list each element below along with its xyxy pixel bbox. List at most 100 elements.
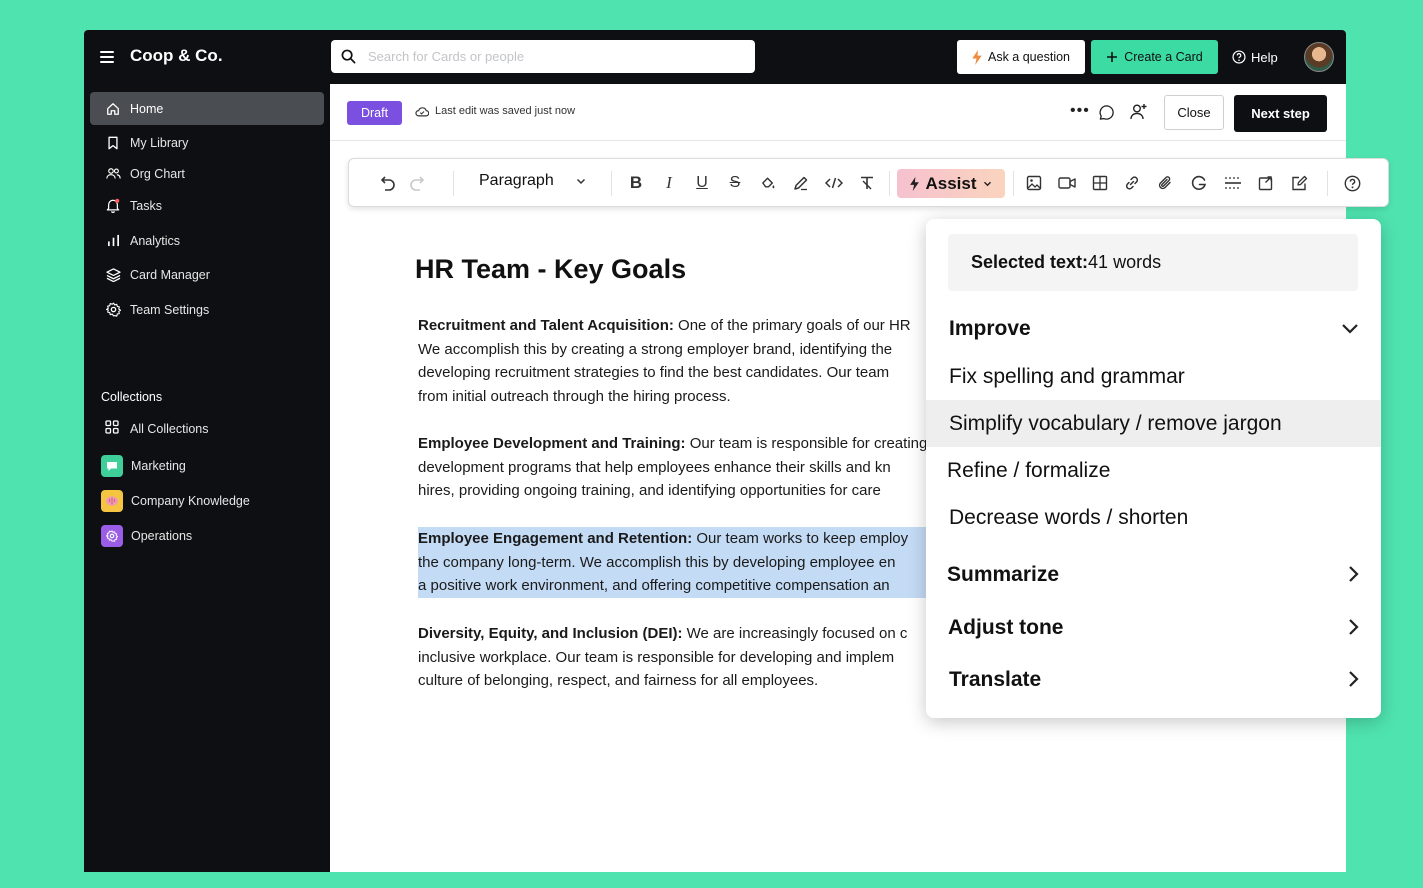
document-title[interactable]: HR Team - Key Goals (415, 254, 686, 285)
collection-label: Operations (131, 529, 193, 543)
help-button[interactable]: Help (1232, 40, 1278, 74)
help-icon (1232, 50, 1246, 64)
sidebar: Home My Library Org Chart Tasks Analytic… (84, 84, 330, 872)
underline-icon[interactable]: U (692, 173, 712, 193)
paragraph-recruitment[interactable]: Recruitment and Talent Acquisition: One … (418, 314, 930, 409)
collection-company-knowledge[interactable]: Company Knowledge (101, 490, 250, 512)
assist-label: Assist (925, 173, 977, 193)
sidebar-item-label: Card Manager (130, 267, 210, 282)
highlight-color-icon[interactable] (758, 173, 778, 193)
more-options-icon[interactable]: ••• (1070, 102, 1090, 120)
grammarly-icon[interactable] (1189, 173, 1209, 193)
menu-option-label: Simplify vocabulary / remove jargon (949, 411, 1282, 435)
sidebar-item-label: Home (130, 101, 164, 116)
brand-name: Coop & Co. (130, 46, 223, 65)
sidebar-item-org-chart[interactable]: Org Chart (90, 157, 324, 190)
chat-icon (101, 455, 123, 477)
paragraph-text: Our team is responsible for creating (685, 435, 928, 452)
lightning-icon (972, 49, 982, 65)
create-card-label: Create a Card (1124, 50, 1203, 64)
sidebar-item-analytics[interactable]: Analytics (90, 224, 324, 257)
assist-button[interactable]: Assist (897, 169, 1005, 198)
collection-operations[interactable]: Operations (101, 525, 192, 547)
sidebar-item-home[interactable]: Home (90, 92, 324, 125)
create-card-button[interactable]: Create a Card (1091, 40, 1218, 74)
collection-label: Company Knowledge (131, 494, 250, 508)
plus-icon (1107, 52, 1118, 62)
menu-translate[interactable]: Translate (949, 668, 1359, 692)
menu-option-shorten[interactable]: Decrease words / shorten (926, 494, 1381, 541)
paragraph-development[interactable]: Employee Development and Training: Our t… (418, 432, 930, 503)
paragraph-dei[interactable]: Diversity, Equity, and Inclusion (DEI): … (418, 622, 930, 693)
paragraph-text: development programs that help employees… (418, 458, 891, 476)
table-icon[interactable] (1090, 173, 1110, 193)
sidebar-item-tasks[interactable]: Tasks (90, 189, 324, 222)
assist-menu: Selected text: 41 words Improve Fix spel… (926, 219, 1381, 718)
menu-option-label: Fix spelling and grammar (949, 364, 1185, 388)
menu-improve[interactable]: Improve (949, 317, 1359, 341)
chevron-down-icon (983, 181, 991, 186)
clear-format-icon[interactable] (857, 173, 877, 193)
paragraph-heading: Employee Engagement and Retention: (418, 530, 693, 547)
attachment-icon[interactable] (1155, 173, 1175, 193)
save-status-text: Last edit was saved just now (435, 105, 576, 117)
paragraph-text: developing recruitment strategies to fin… (418, 364, 890, 382)
paragraph-text: the company long-term. We accomplish thi… (418, 553, 896, 571)
embed-icon[interactable] (1256, 173, 1276, 193)
italic-icon[interactable]: I (659, 173, 679, 193)
paragraph-style-select[interactable]: Paragraph (479, 172, 586, 190)
search-input[interactable] (366, 48, 730, 65)
paragraph-engagement-selected[interactable]: Employee Engagement and Retention: Our t… (418, 527, 930, 599)
bookmark-icon (105, 135, 121, 151)
search-box[interactable] (331, 40, 755, 73)
paragraph-heading: Recruitment and Talent Acquisition: (418, 317, 674, 334)
next-step-button[interactable]: Next step (1234, 95, 1327, 132)
code-icon[interactable] (824, 173, 844, 193)
collection-all[interactable]: All Collections (105, 420, 209, 437)
menu-adjust-tone[interactable]: Adjust tone (948, 616, 1359, 640)
divider-icon[interactable] (1223, 173, 1243, 193)
comment-icon[interactable] (1098, 104, 1115, 126)
save-status: Last edit was saved just now (415, 105, 575, 117)
pen-icon[interactable] (791, 173, 811, 193)
link-icon[interactable] (1122, 173, 1142, 193)
collection-label: Marketing (131, 459, 186, 473)
menu-option-refine[interactable]: Refine / formalize (926, 447, 1381, 494)
chevron-down-icon (1342, 324, 1358, 334)
help-icon[interactable] (1342, 173, 1362, 193)
selected-text-line: Employee Engagement and Retention: Our t… (418, 527, 930, 551)
gear-icon (105, 302, 121, 318)
strikethrough-icon[interactable]: S (725, 173, 745, 193)
selected-text-label: Selected text: (971, 252, 1089, 272)
sidebar-item-card-manager[interactable]: Card Manager (90, 258, 324, 291)
cloud-check-icon (415, 106, 429, 116)
home-icon (105, 101, 121, 117)
ask-question-label: Ask a question (988, 50, 1070, 64)
sidebar-item-team-settings[interactable]: Team Settings (90, 293, 324, 326)
close-button[interactable]: Close (1164, 95, 1224, 130)
menu-summarize[interactable]: Summarize (947, 563, 1359, 587)
undo-icon[interactable] (377, 173, 397, 193)
video-icon[interactable] (1057, 173, 1077, 193)
edit-box-icon[interactable] (1289, 173, 1309, 193)
menu-icon[interactable] (100, 51, 114, 63)
add-user-icon[interactable] (1130, 103, 1148, 125)
paragraph-text: a positive work environment, and offerin… (418, 577, 890, 595)
bar-chart-icon (105, 233, 121, 249)
chevron-right-icon (1349, 566, 1359, 582)
editor-header: Draft Last edit was saved just now ••• C… (330, 84, 1346, 141)
paragraph-text: One of the primary goals of our HR (673, 317, 911, 334)
chevron-down-icon (576, 178, 585, 184)
sidebar-item-my-library[interactable]: My Library (90, 126, 324, 159)
ask-question-button[interactable]: Ask a question (957, 40, 1085, 74)
bold-icon[interactable]: B (626, 173, 646, 193)
collection-marketing[interactable]: Marketing (101, 455, 186, 477)
avatar[interactable] (1304, 42, 1334, 72)
menu-option-simplify[interactable]: Simplify vocabulary / remove jargon (926, 400, 1381, 447)
status-badge: Draft (347, 101, 402, 125)
menu-option-label: Decrease words / shorten (949, 505, 1189, 529)
menu-option-fix-spelling[interactable]: Fix spelling and grammar (926, 353, 1381, 400)
redo-icon[interactable] (408, 173, 428, 193)
image-icon[interactable] (1024, 173, 1044, 193)
search-icon (341, 49, 356, 64)
